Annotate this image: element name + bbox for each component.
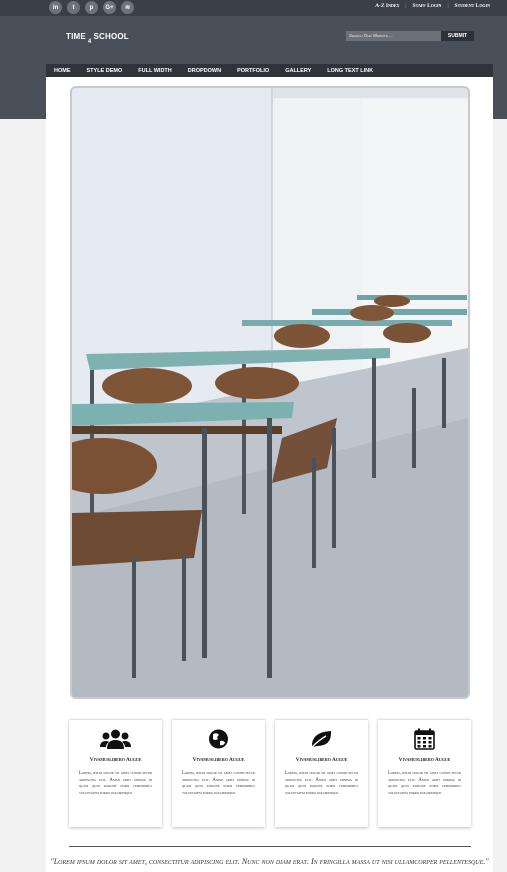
feature-title: Vivamuslibero Augue: [89, 757, 142, 763]
feature-title: Vivamuslibero Augue: [192, 757, 245, 763]
social-links: in t p G+ ≋: [49, 1, 134, 14]
submit-button[interactable]: SUBMIT: [441, 31, 474, 41]
features-row: Vivamuslibero Augue Lorem, ipsum dolor s…: [69, 719, 471, 827]
nav-item-dropdown[interactable]: DROPDOWN: [188, 68, 221, 74]
pinterest-icon[interactable]: p: [85, 1, 98, 14]
az-index-link[interactable]: A-Z Index: [375, 3, 399, 9]
wifi-icon[interactable]: ≋: [121, 1, 134, 14]
nav-item-long-text-link[interactable]: LONG TEXT LINK: [327, 68, 373, 74]
student-login-link[interactable]: Student Login: [455, 3, 490, 9]
top-links: A-Z Index | Staff Login | Student Login: [375, 3, 490, 9]
feature-text: Lorem, ipsum dolor sit amet consectetur …: [388, 771, 461, 796]
nav-item-home[interactable]: HOME: [54, 68, 71, 74]
separator: |: [405, 3, 407, 9]
separator: |: [447, 3, 449, 9]
staff-login-link[interactable]: Staff Login: [413, 3, 442, 9]
feature-card: Vivamuslibero Augue Lorem, ipsum dolor s…: [172, 719, 265, 827]
linkedin-icon[interactable]: in: [49, 1, 62, 14]
logo-text-right: SCHOOL: [93, 32, 129, 41]
feature-text: Lorem, ipsum dolor sit amet consectetur …: [182, 771, 255, 796]
nav-item-full-width[interactable]: FULL WIDTH: [138, 68, 172, 74]
google-plus-icon[interactable]: G+: [103, 1, 116, 14]
classroom-photo: [72, 88, 468, 697]
feature-card: Vivamuslibero Augue Lorem, ipsum dolor s…: [275, 719, 368, 827]
quote-text: "Lorem ipsum dolor sit amet, consectitur…: [50, 857, 489, 866]
feature-title: Vivamuslibero Augue: [398, 757, 451, 763]
main-nav: HOME STYLE DEMO FULL WIDTH DROPDOWN PORT…: [46, 64, 493, 77]
logo-text-sub: 4: [87, 39, 92, 45]
feature-card: Vivamuslibero Augue Lorem, ipsum dolor s…: [69, 719, 162, 827]
twitter-icon[interactable]: t: [67, 1, 80, 14]
nav-item-portfolio[interactable]: PORTFOLIO: [237, 68, 269, 74]
globe-icon: [209, 729, 228, 749]
feature-text: Lorem, ipsum dolor sit amet consectetur …: [285, 771, 358, 796]
feature-text: Lorem, ipsum dolor sit amet consectetur …: [79, 771, 152, 796]
logo-text-left: TIME: [66, 32, 86, 41]
feature-card: Vivamuslibero Augue Lorem, ipsum dolor s…: [378, 719, 471, 827]
top-bar: in t p G+ ≋ A-Z Index | Staff Login | St…: [0, 0, 507, 16]
users-icon: [100, 729, 131, 749]
hero-image: [70, 86, 470, 699]
search-input[interactable]: Search Our Website ...: [346, 31, 441, 41]
site-logo[interactable]: TIME 4 SCHOOL: [66, 32, 129, 45]
nav-item-style-demo[interactable]: STYLE DEMO: [87, 68, 123, 74]
nav-item-gallery[interactable]: GALLERY: [285, 68, 311, 74]
divider: [69, 846, 471, 847]
calendar-icon: [414, 728, 435, 750]
leaf-icon: [310, 731, 332, 749]
feature-title: Vivamuslibero Augue: [295, 757, 348, 763]
